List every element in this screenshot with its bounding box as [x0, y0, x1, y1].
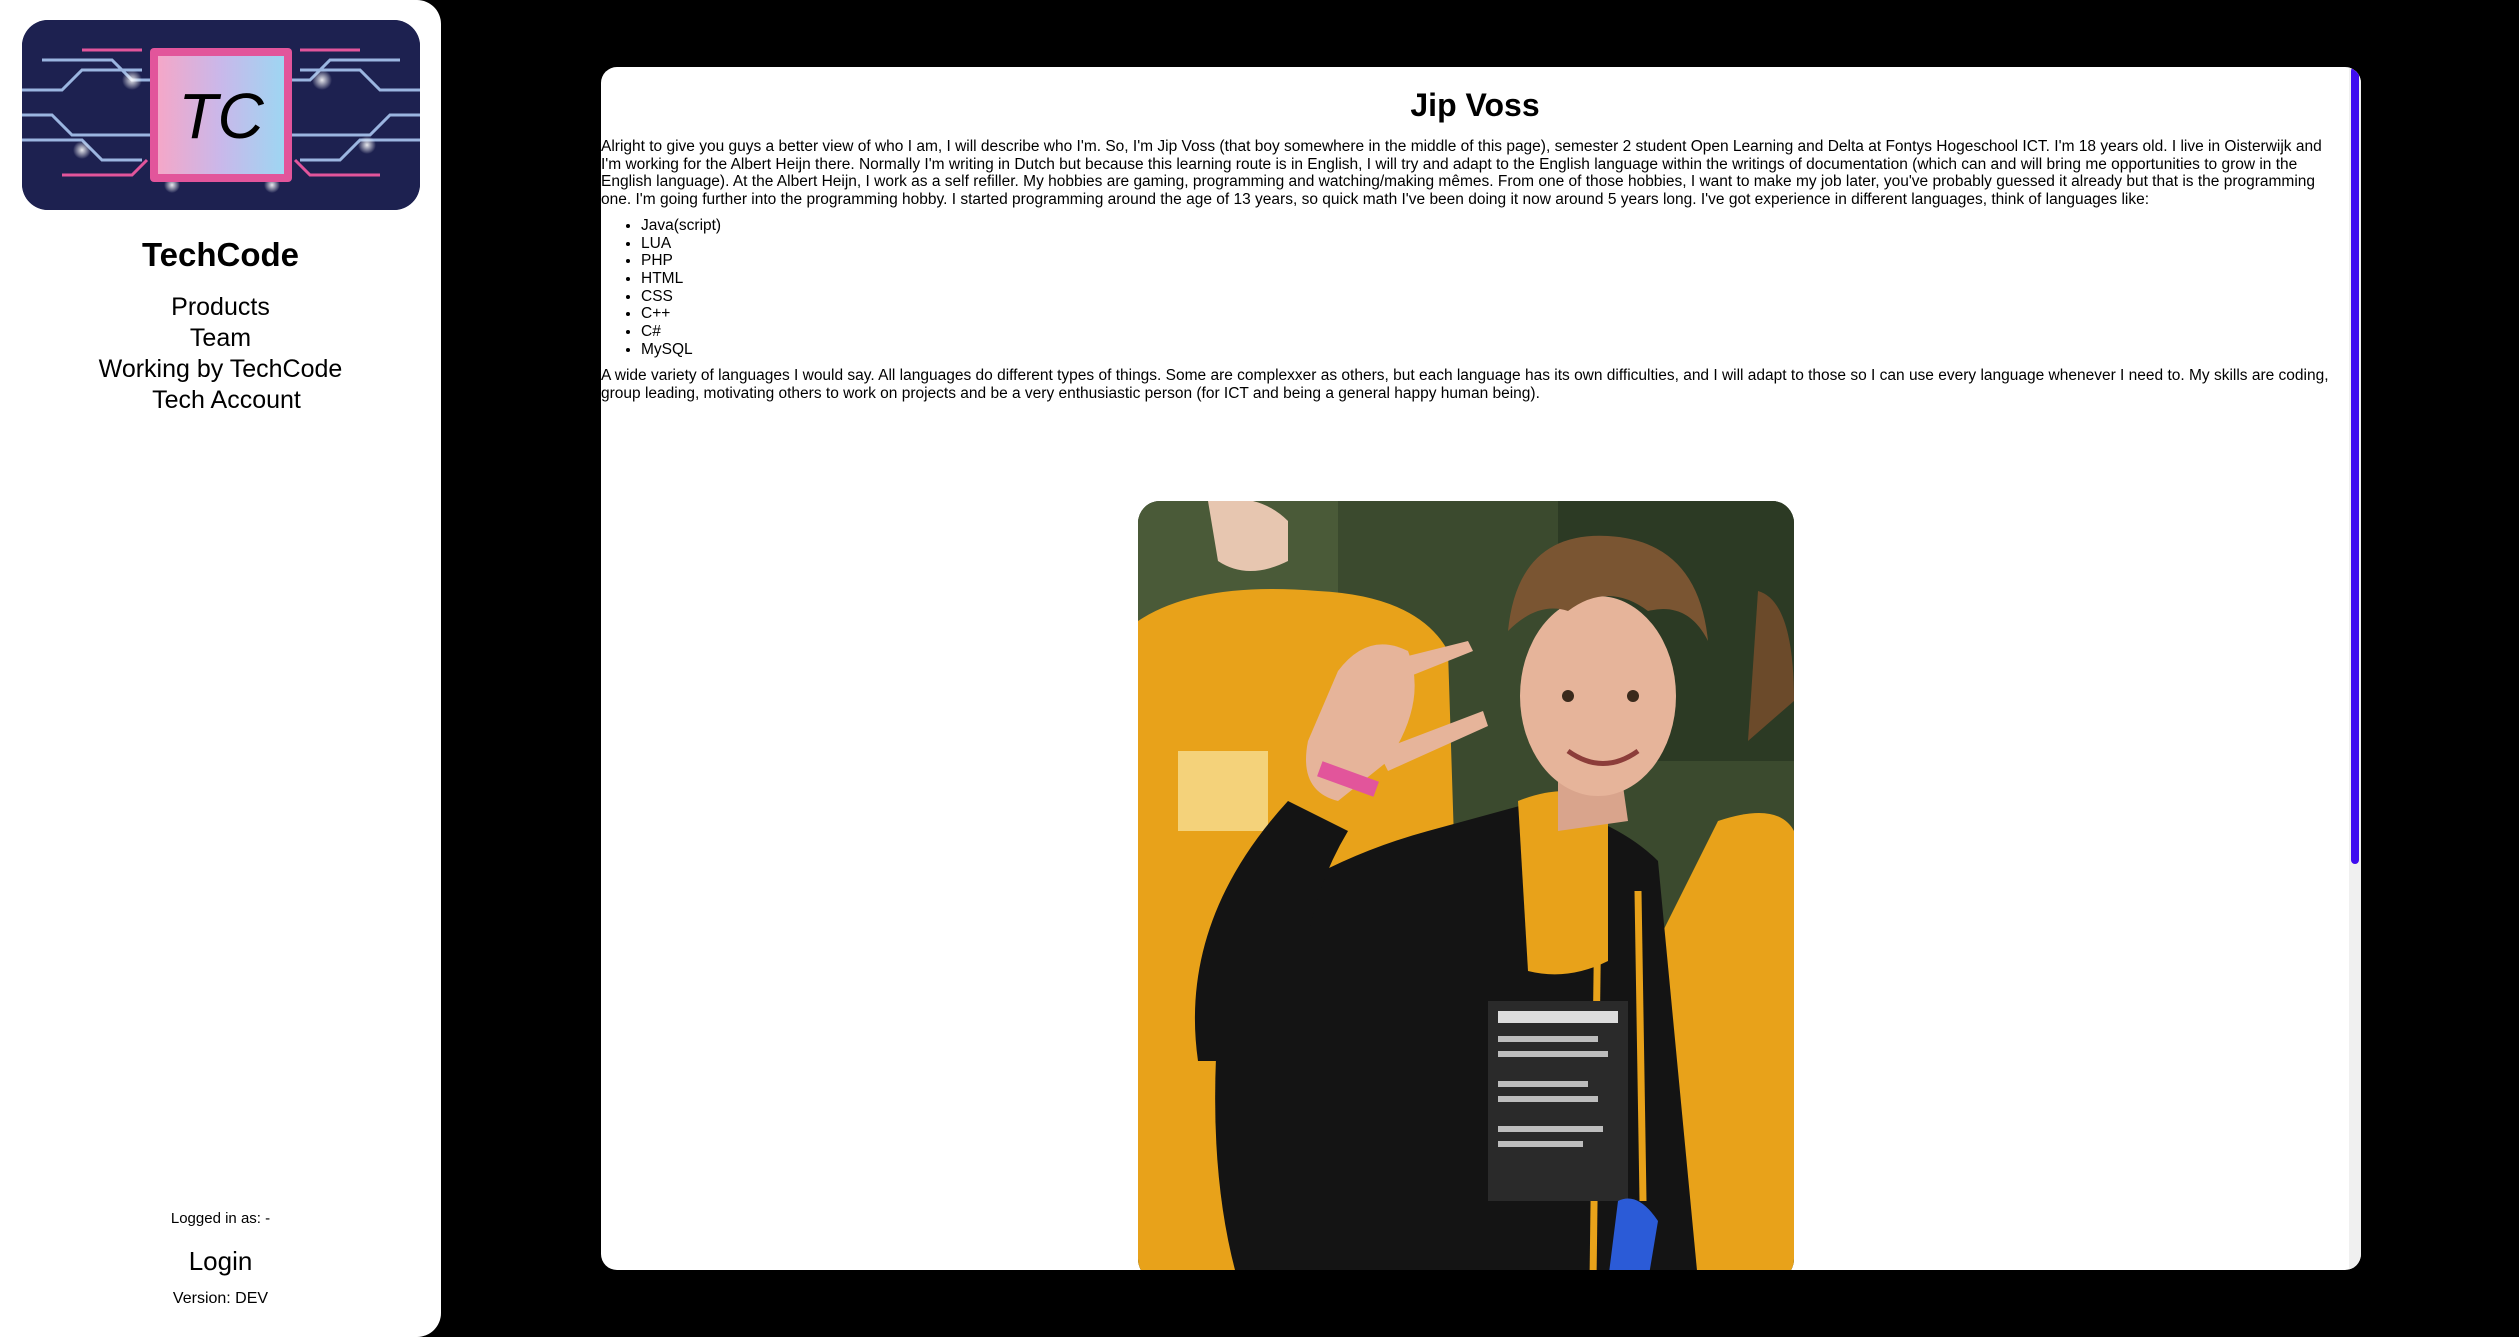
- list-item: CSS: [641, 288, 2349, 306]
- page-title: Jip Voss: [1410, 87, 1540, 123]
- nav-team[interactable]: Team: [190, 323, 251, 354]
- sidebar: TC TechCode Products Team Working by Tec…: [0, 0, 441, 1337]
- scrollbar-thumb[interactable]: [2351, 67, 2359, 864]
- main-nav: Products Team Working by TechCode Tech A…: [99, 292, 343, 416]
- brand-name: TechCode: [141, 236, 300, 273]
- nav-tech-account[interactable]: Tech Account: [140, 385, 301, 416]
- list-item: C++: [641, 305, 2349, 323]
- nav-products[interactable]: Products: [171, 292, 270, 323]
- login-link[interactable]: Login: [0, 1246, 441, 1277]
- profile-photo: [1138, 501, 1794, 1270]
- nav-working-by-techcode[interactable]: Working by TechCode: [99, 354, 343, 385]
- list-item: PHP: [641, 252, 2349, 270]
- scrollbar[interactable]: [2349, 67, 2361, 1270]
- logged-in-status: Logged in as: -: [170, 1210, 271, 1227]
- content-panel[interactable]: Jip Voss Alright to give you guys a bett…: [601, 67, 2361, 1270]
- logo-text: TC: [178, 80, 264, 152]
- list-item: C#: [641, 323, 2349, 341]
- languages-list: Java(script) LUA PHP HTML CSS C++ C# MyS…: [641, 217, 2349, 359]
- list-item: MySQL: [641, 341, 2349, 359]
- techcode-logo[interactable]: TC: [21, 20, 420, 210]
- version-label: Version: DEV: [172, 1290, 269, 1307]
- list-item: Java(script): [641, 217, 2349, 235]
- content-scroll-area: Jip Voss Alright to give you guys a bett…: [601, 67, 2349, 1270]
- list-item: HTML: [641, 270, 2349, 288]
- intro-paragraph: Alright to give you guys a better view o…: [601, 138, 2322, 209]
- outro-paragraph: A wide variety of languages I would say.…: [601, 367, 2329, 403]
- list-item: LUA: [641, 235, 2349, 253]
